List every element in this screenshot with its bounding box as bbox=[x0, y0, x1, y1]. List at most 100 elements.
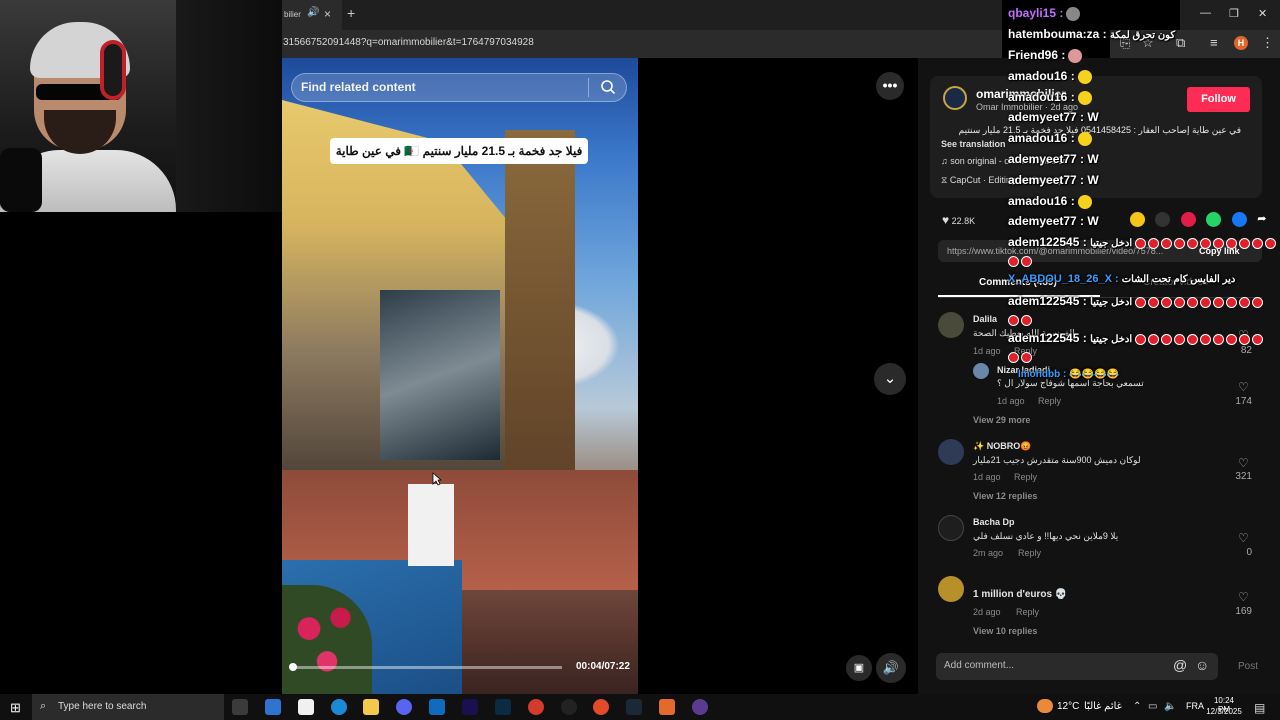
chat-username: ademyeet77 : bbox=[1008, 110, 1085, 124]
edge-icon[interactable] bbox=[331, 699, 347, 715]
chat-message: amadou16 : bbox=[1008, 90, 1092, 105]
see-translation-link[interactable]: See translation bbox=[941, 139, 1006, 149]
view-more-replies[interactable]: View 29 more bbox=[973, 415, 1030, 425]
chat-username: ademyeet77 : bbox=[1008, 214, 1085, 228]
app-icon[interactable] bbox=[692, 699, 708, 715]
discord-icon[interactable] bbox=[396, 699, 412, 715]
address-url[interactable]: 31566752091448?q=omarimmobilier&t=176479… bbox=[283, 37, 534, 48]
w-emote-icon: W bbox=[1087, 110, 1099, 124]
emote-icon bbox=[1077, 69, 1092, 84]
chat-message: amadou16 : bbox=[1008, 131, 1092, 146]
video-progress-handle[interactable] bbox=[289, 663, 297, 671]
chat-username: adem122545 : bbox=[1008, 294, 1087, 308]
chat-message: adem122545 : ادخل جيتيا bbox=[1008, 331, 1265, 346]
windows-start-icon[interactable]: ⊞ bbox=[10, 700, 21, 716]
weather-icon[interactable] bbox=[1037, 699, 1053, 713]
post-button[interactable]: Post bbox=[1238, 661, 1258, 672]
like-button[interactable]: ♥ 22.8K bbox=[942, 213, 975, 227]
emote-icon bbox=[1077, 194, 1092, 209]
comment-heart-icon[interactable]: ♡ bbox=[1238, 456, 1249, 470]
outlook-icon[interactable] bbox=[429, 699, 445, 715]
chat-message-continued bbox=[1008, 349, 1034, 364]
search-icon: ⌕ bbox=[40, 700, 47, 712]
video-frame-planter bbox=[408, 484, 454, 566]
chat-username: Friend96 : bbox=[1008, 48, 1066, 62]
weather-description[interactable]: غائم غالبًا bbox=[1084, 701, 1122, 712]
mention-icon[interactable]: @ bbox=[1173, 657, 1187, 673]
chat-message: ademyeet77 : W bbox=[1008, 152, 1099, 166]
comment-author[interactable]: Dalila bbox=[973, 314, 997, 324]
view-replies[interactable]: View 12 replies bbox=[973, 491, 1037, 501]
volume-icon[interactable]: 🔊 bbox=[876, 653, 906, 683]
emoji-icon[interactable]: ☺ bbox=[1195, 657, 1209, 673]
chat-username: adem122545 : bbox=[1008, 235, 1087, 249]
notepad-icon[interactable] bbox=[298, 699, 314, 715]
reply-button[interactable]: Reply bbox=[1014, 472, 1037, 482]
chat-message: X_ABDOU_18_26_X : دير الفايس كام تحت الش… bbox=[1008, 273, 1235, 285]
comment-avatar[interactable] bbox=[938, 515, 964, 541]
comment-author[interactable]: ✨ NOBRO😡 bbox=[973, 441, 1031, 452]
comment-placeholder[interactable]: Add comment... bbox=[944, 660, 1014, 671]
tab-close-button[interactable]: × bbox=[324, 7, 331, 21]
chat-message: adem122545 : ادخل جيتيا bbox=[1008, 294, 1265, 309]
chrome-icon[interactable] bbox=[528, 699, 544, 715]
comment-avatar[interactable] bbox=[938, 576, 964, 602]
red-circle-emotes bbox=[1135, 332, 1265, 346]
red-circle-emotes bbox=[1008, 350, 1034, 364]
next-video-button[interactable]: ⌄ bbox=[874, 363, 906, 395]
search-divider bbox=[588, 78, 589, 97]
steam-icon[interactable] bbox=[626, 699, 642, 715]
weather-temperature[interactable]: 12°C bbox=[1057, 701, 1079, 712]
reply-button[interactable]: Reply bbox=[1038, 396, 1061, 406]
language-indicator[interactable]: FRA bbox=[1186, 701, 1204, 711]
reply-like-count: 174 bbox=[1235, 396, 1252, 407]
tab-audio-icon[interactable]: 🔊 bbox=[307, 7, 319, 18]
w-emote-icon: W bbox=[1087, 152, 1099, 166]
comment-author[interactable]: 1 million d'euros 💀 bbox=[973, 589, 1067, 600]
clock-date[interactable]: 12/3/2025 bbox=[1203, 707, 1245, 716]
volume-tray-icon[interactable]: 🔈 bbox=[1164, 701, 1176, 712]
app-icon[interactable] bbox=[593, 699, 609, 715]
comment-avatar[interactable] bbox=[938, 439, 964, 465]
notifications-icon[interactable]: ▤ bbox=[1254, 701, 1265, 715]
app-icon[interactable] bbox=[659, 699, 675, 715]
picture-in-picture-icon[interactable]: ▣ bbox=[846, 655, 872, 681]
more-options-button[interactable]: ••• bbox=[876, 72, 904, 100]
video-progress-bar[interactable] bbox=[290, 666, 562, 669]
comment-like-count: 321 bbox=[1235, 471, 1252, 482]
chat-text: دير الفايس كام تحت الشات bbox=[1121, 274, 1236, 285]
headphones-icon bbox=[100, 40, 126, 100]
red-circle-emotes bbox=[1008, 254, 1034, 268]
reply-heart-icon[interactable]: ♡ bbox=[1238, 380, 1249, 394]
search-icon[interactable] bbox=[600, 79, 616, 95]
obs-icon[interactable] bbox=[561, 699, 577, 715]
comment-heart-icon[interactable]: ♡ bbox=[1238, 590, 1249, 604]
tab-title: bilier bbox=[284, 10, 301, 19]
task-view-icon[interactable] bbox=[232, 699, 248, 715]
reply-time: 1d ago bbox=[997, 396, 1025, 406]
reply-button[interactable]: Reply bbox=[1018, 548, 1041, 558]
comment-like-count: 169 bbox=[1235, 606, 1252, 617]
taskbar-search-placeholder[interactable]: Type here to search bbox=[58, 701, 146, 712]
reply-avatar[interactable] bbox=[973, 363, 989, 379]
photoshop-icon[interactable] bbox=[495, 699, 511, 715]
view-replies[interactable]: View 10 replies bbox=[973, 626, 1037, 636]
comment-avatar[interactable] bbox=[938, 312, 964, 338]
comment-heart-icon[interactable]: ♡ bbox=[1238, 531, 1249, 545]
store-icon[interactable] bbox=[265, 699, 281, 715]
network-icon[interactable]: ▭ bbox=[1148, 701, 1157, 712]
comment-author[interactable]: Bacha Dp bbox=[973, 517, 1015, 527]
file-explorer-icon[interactable] bbox=[363, 699, 379, 715]
comment-time: 1d ago bbox=[973, 472, 1001, 482]
premiere-icon[interactable] bbox=[462, 699, 478, 715]
chat-message: ademyeet77 : W bbox=[1008, 214, 1099, 228]
related-search-placeholder[interactable]: Find related content bbox=[301, 80, 416, 94]
author-avatar[interactable] bbox=[943, 86, 967, 110]
emote-icon bbox=[1068, 48, 1083, 63]
chat-username: X_ABDOU_18_26_X : bbox=[1008, 273, 1119, 285]
comment-text: لوكان دميش 900سنة متقدرش دجيب 21مليار bbox=[973, 455, 1141, 465]
new-tab-button[interactable]: + bbox=[347, 5, 355, 21]
video-frame-wall bbox=[505, 130, 575, 500]
reply-button[interactable]: Reply bbox=[1016, 607, 1039, 617]
tray-overflow-icon[interactable]: ⌃ bbox=[1133, 701, 1141, 712]
